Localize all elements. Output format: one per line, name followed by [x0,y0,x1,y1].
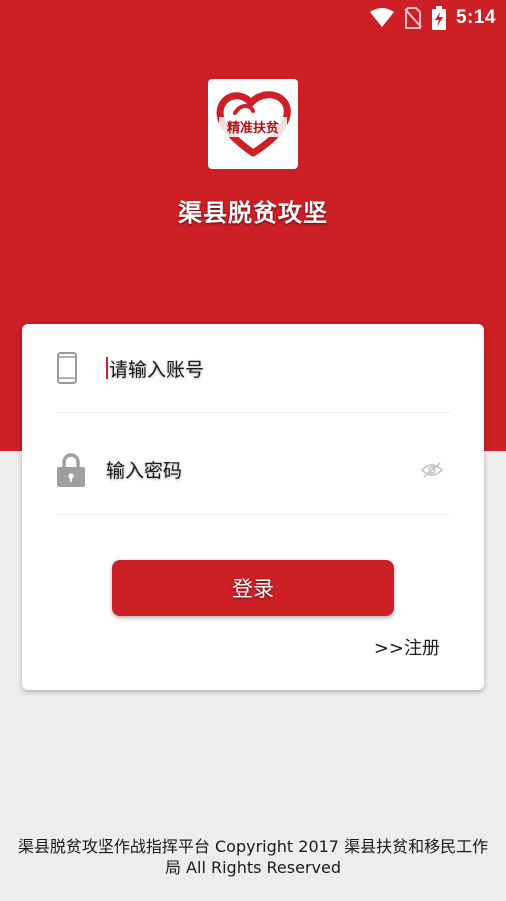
app-title: 渠县脱贫攻坚 [178,199,328,227]
password-input[interactable]: 输入密码 [106,456,418,483]
footer-copyright: 渠县脱贫攻坚作战指挥平台 Copyright 2017 渠县扶贫和移民工作 局 … [8,836,498,878]
phone-icon [56,352,106,384]
status-time: 5:14 [455,7,496,28]
no-sim-icon [404,7,422,29]
status-bar: 5:14 [0,0,506,36]
lock-icon [56,452,106,488]
app-logo: 精准扶贫 [208,79,298,169]
battery-charging-icon [431,6,446,30]
register-link[interactable]: >>注册 [374,634,440,660]
login-button[interactable]: 登录 [112,560,394,616]
text-cursor [106,357,108,379]
account-input[interactable]: 请输入账号 [109,355,450,382]
wifi-icon [369,8,394,28]
heart-logo-icon: 精准扶贫 [216,91,291,157]
login-card: 请输入账号 输入密码 登录 >>注册 [22,324,484,690]
footer-line-1: 渠县脱贫攻坚作战指挥平台 Copyright 2017 渠县扶贫和移民工作 [17,837,489,856]
footer-line-2: 局 All Rights Reserved [164,858,342,877]
password-field: 输入密码 [56,425,450,515]
logo-text: 精准扶贫 [227,120,280,136]
hide-password-icon[interactable] [418,461,446,479]
account-field: 请输入账号 [56,324,450,413]
